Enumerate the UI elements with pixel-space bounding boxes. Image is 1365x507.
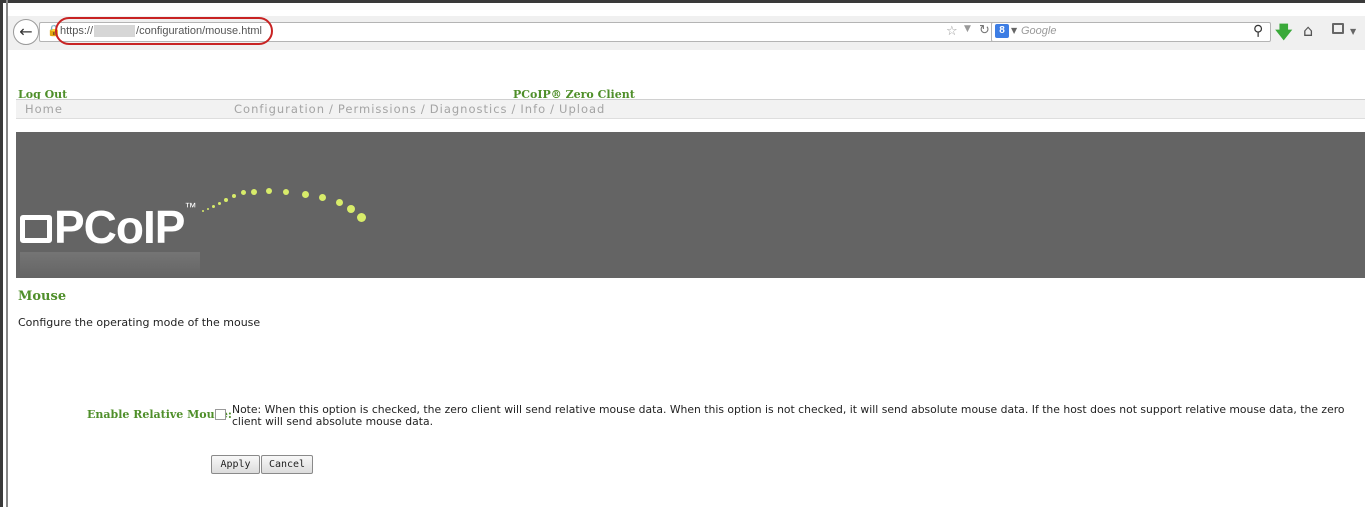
back-arrow-icon[interactable]: ← bbox=[13, 19, 39, 45]
nav-separator: / bbox=[329, 102, 334, 116]
nav-bar: Home Configuration / Permissions / Diagnosti… bbox=[16, 100, 1365, 119]
relative-mouse-note: Note: When this option is checked, the z… bbox=[232, 403, 1345, 428]
dot-icon bbox=[224, 198, 228, 202]
download-icon[interactable]: 🡇 bbox=[1275, 20, 1292, 49]
cancel-button[interactable]: Cancel bbox=[261, 455, 313, 474]
relative-mouse-checkbox[interactable] bbox=[215, 409, 226, 420]
dot-icon bbox=[302, 191, 309, 198]
menu-dropdown-icon[interactable]: ▼ bbox=[1350, 27, 1356, 36]
dot-icon bbox=[251, 189, 257, 195]
window-top-border bbox=[0, 0, 1365, 3]
dot-icon bbox=[336, 199, 343, 206]
pcoip-logo: PCoIP™ bbox=[20, 200, 196, 254]
page-title: Mouse bbox=[18, 289, 67, 304]
dot-icon bbox=[357, 213, 366, 222]
window-left-border-inner bbox=[6, 0, 8, 507]
history-dropdown-icon[interactable]: ▼ bbox=[964, 24, 971, 34]
dot-icon bbox=[266, 188, 272, 194]
dot-icon bbox=[207, 208, 209, 210]
url-highlight-annotation bbox=[55, 17, 273, 45]
dot-icon bbox=[212, 205, 215, 208]
dot-icon bbox=[319, 194, 326, 201]
dot-icon bbox=[232, 194, 236, 198]
search-magnifier-icon[interactable]: ⚲ bbox=[1253, 23, 1263, 39]
dot-icon bbox=[218, 202, 221, 205]
nav-diagnostics[interactable]: Diagnostics bbox=[430, 102, 508, 116]
bookmark-star-icon[interactable]: ☆ bbox=[946, 24, 958, 39]
nav-upload[interactable]: Upload bbox=[559, 102, 605, 116]
nav-home[interactable]: Home bbox=[25, 102, 63, 116]
page-description: Configure the operating mode of the mous… bbox=[18, 316, 261, 329]
nav-separator: / bbox=[550, 102, 556, 116]
google-engine-icon[interactable]: 8 bbox=[995, 24, 1009, 38]
dot-icon bbox=[202, 210, 204, 212]
window-left-border bbox=[0, 0, 3, 507]
dot-icon bbox=[347, 205, 355, 213]
logo-reflection bbox=[20, 252, 200, 278]
dot-icon bbox=[283, 189, 289, 195]
nav-links: Configuration / Permissions / Diagnostics / In… bbox=[234, 102, 605, 116]
logo-text: PCoIP bbox=[54, 201, 185, 253]
nav-separator: / bbox=[420, 102, 426, 116]
pcoip-banner: PCoIP™ bbox=[16, 132, 1365, 278]
nav-permissions[interactable]: Permissions bbox=[338, 102, 417, 116]
home-icon[interactable]: ⌂ bbox=[1303, 21, 1313, 40]
nav-info[interactable]: Info bbox=[520, 102, 546, 116]
nav-configuration[interactable]: Configuration bbox=[234, 102, 325, 116]
reload-icon[interactable]: ↻ bbox=[979, 23, 990, 38]
engine-dropdown-icon[interactable]: ▼ bbox=[1011, 26, 1017, 35]
nav-separator: / bbox=[511, 102, 517, 116]
apply-button[interactable]: Apply bbox=[211, 455, 260, 474]
logo-trademark: ™ bbox=[184, 200, 196, 214]
search-placeholder: Google bbox=[1021, 25, 1057, 37]
dot-icon bbox=[241, 190, 246, 195]
relative-mouse-label: Enable Relative Mouse: bbox=[87, 408, 232, 421]
menu-icon[interactable] bbox=[1332, 23, 1344, 34]
